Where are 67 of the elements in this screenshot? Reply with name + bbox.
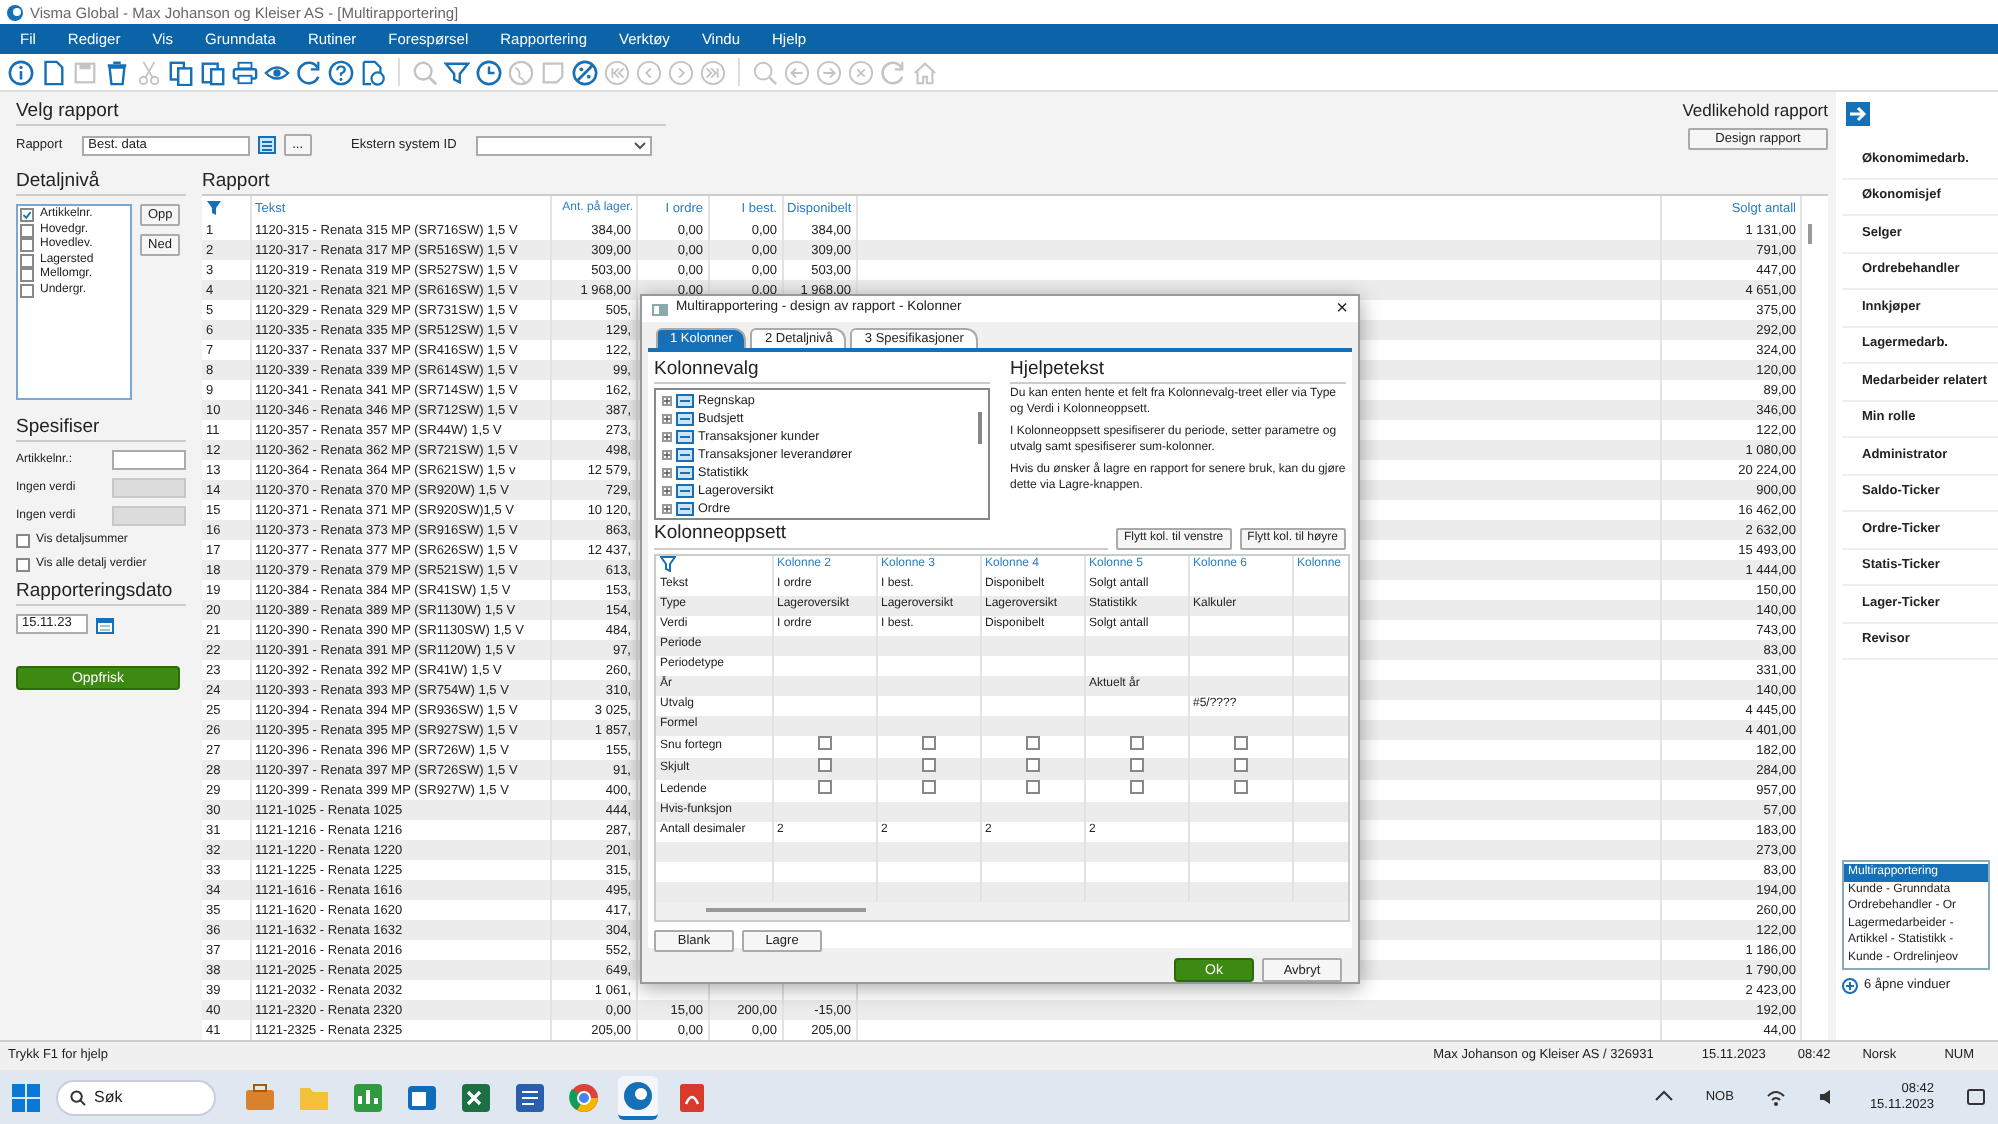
checkbox[interactable] — [16, 534, 30, 549]
section-heading: Velg rapport — [16, 100, 666, 127]
scrollbar[interactable] — [978, 412, 982, 445]
expand-icon[interactable] — [662, 468, 672, 479]
section-heading: Spesifiser — [16, 416, 186, 443]
close-button[interactable]: × — [1336, 299, 1348, 319]
paste-icon[interactable] — [200, 59, 226, 85]
arrow-right-icon[interactable] — [1846, 102, 1870, 126]
chevron-up-icon[interactable] — [1653, 1089, 1674, 1105]
checkbox[interactable] — [1129, 757, 1143, 772]
checkbox[interactable] — [921, 757, 935, 772]
checkbox[interactable] — [20, 223, 34, 238]
calendar-icon[interactable] — [96, 615, 114, 634]
checkbox[interactable] — [20, 268, 34, 283]
start-icon[interactable] — [12, 1083, 40, 1111]
pdf-icon — [676, 1081, 708, 1113]
browser-icon — [568, 1081, 600, 1113]
expand-icon[interactable] — [662, 396, 672, 407]
trash-icon[interactable] — [104, 59, 130, 85]
search-field[interactable]: Søk — [56, 1079, 216, 1115]
section-heading: Vedlikehold rapport — [1682, 100, 1828, 121]
wifi-icon[interactable] — [1765, 1088, 1786, 1106]
help-icon[interactable] — [328, 59, 354, 85]
app-icon — [622, 1079, 654, 1111]
section-heading: Hjelpetekst — [1010, 358, 1346, 385]
expand-icon[interactable] — [662, 450, 672, 461]
new-document-icon[interactable] — [40, 59, 66, 85]
list-icon[interactable] — [258, 136, 277, 155]
expand-icon[interactable] — [662, 504, 672, 515]
filter-icon[interactable] — [206, 199, 222, 216]
checkbox[interactable] — [20, 238, 34, 253]
section-heading: Rapporteringsdato — [16, 579, 186, 607]
expand-icon[interactable] — [662, 432, 672, 443]
chart-icon — [352, 1081, 384, 1113]
checkbox[interactable] — [20, 208, 34, 223]
checkbox[interactable] — [16, 557, 30, 572]
clock-icon[interactable] — [476, 59, 502, 85]
checkbox[interactable] — [20, 253, 34, 268]
checkbox[interactable] — [1233, 757, 1247, 772]
printer-icon[interactable] — [232, 59, 258, 85]
filter-icon[interactable] — [444, 59, 470, 85]
checkbox[interactable] — [20, 283, 34, 298]
section-heading: Kolonneoppsett — [654, 522, 1108, 550]
taskbar-app[interactable] — [618, 1075, 658, 1119]
section-heading: Kolonnevalg — [654, 358, 990, 385]
notification-icon[interactable] — [1966, 1087, 1986, 1107]
document-help-icon[interactable] — [360, 59, 386, 85]
copy-icon[interactable] — [168, 59, 194, 85]
checkbox[interactable] — [1025, 757, 1039, 772]
info-icon[interactable] — [8, 59, 34, 85]
refresh-icon[interactable] — [296, 59, 322, 85]
briefcase-icon — [244, 1081, 276, 1113]
scrollbar[interactable] — [1808, 224, 1812, 244]
checkbox[interactable] — [817, 757, 831, 772]
scrollbar[interactable] — [706, 907, 866, 912]
filter-icon[interactable] — [660, 555, 676, 572]
input-field[interactable] — [112, 450, 186, 471]
document-icon — [514, 1081, 546, 1113]
chevron-down-icon — [634, 141, 647, 150]
section-heading: Detaljnivå — [16, 169, 186, 196]
external-id-dropdown[interactable] — [476, 135, 653, 156]
spreadsheet-icon — [460, 1081, 492, 1113]
search-icon — [70, 1089, 86, 1105]
plus-icon[interactable] — [1842, 978, 1858, 994]
expand-icon[interactable] — [662, 414, 672, 425]
expand-icon[interactable] — [662, 486, 672, 497]
window-icon — [652, 303, 668, 315]
